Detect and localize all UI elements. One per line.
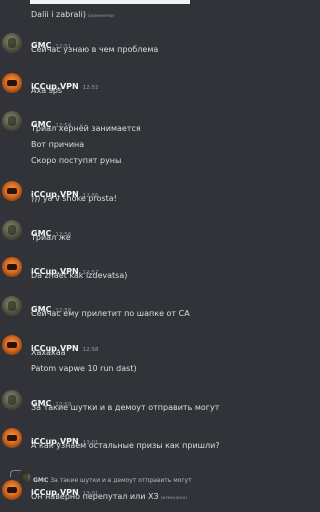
message-text: Триал хернёй занимается — [31, 124, 141, 133]
message-text: Он наверно перепутал или ХЗ (изменено) — [31, 492, 187, 501]
message-text-content: Он наверно перепутал или ХЗ — [31, 492, 159, 501]
timestamp: 12:58 — [82, 347, 99, 353]
message-text: За такие шутки и в демоут отправить могу… — [31, 403, 220, 412]
message-text: ))) ya v shoke prosta! — [31, 194, 117, 203]
message-text: Аха sps — [31, 86, 63, 95]
message-text: Patom vapwe 10 run dast) — [31, 364, 137, 373]
message-text: Вот причина — [31, 140, 85, 149]
message-text: Скоро поступят руны — [31, 156, 122, 165]
avatar[interactable] — [2, 335, 22, 355]
previous-message-strip — [30, 0, 190, 4]
chat-log: Dalii i zabrali) (изменено) GMC 12:51 Сейч… — [0, 0, 253, 512]
avatar[interactable] — [2, 296, 22, 316]
previous-message: Dalii i zabrali) (изменено) — [31, 10, 114, 19]
message-text: Da znaet kak izdevatsa) — [31, 271, 128, 280]
avatar[interactable] — [2, 220, 22, 240]
avatar[interactable] — [2, 73, 22, 93]
timestamp: 12:52 — [82, 85, 99, 91]
message-text: Триал же — [31, 233, 71, 242]
avatar[interactable] — [2, 111, 22, 131]
message-text: Сейчас ему прилетит по шапке от СА — [31, 309, 190, 318]
avatar[interactable] — [2, 257, 22, 277]
edited-marker: (изменено) — [160, 496, 187, 501]
message-text: Dalii i zabrali) — [31, 10, 86, 19]
message-text: Хахахаа — [31, 348, 66, 357]
avatar[interactable] — [2, 181, 22, 201]
edited-marker: (изменено) — [87, 14, 115, 19]
avatar[interactable] — [2, 390, 22, 410]
avatar[interactable] — [2, 428, 22, 448]
avatar[interactable] — [2, 33, 22, 53]
avatar[interactable] — [2, 480, 22, 500]
reply-avatar — [22, 473, 31, 482]
message-text: А как узнаем остальные призы как пришли? — [31, 441, 220, 450]
message-text: Сейчас узнаю в чем проблема — [31, 45, 159, 54]
